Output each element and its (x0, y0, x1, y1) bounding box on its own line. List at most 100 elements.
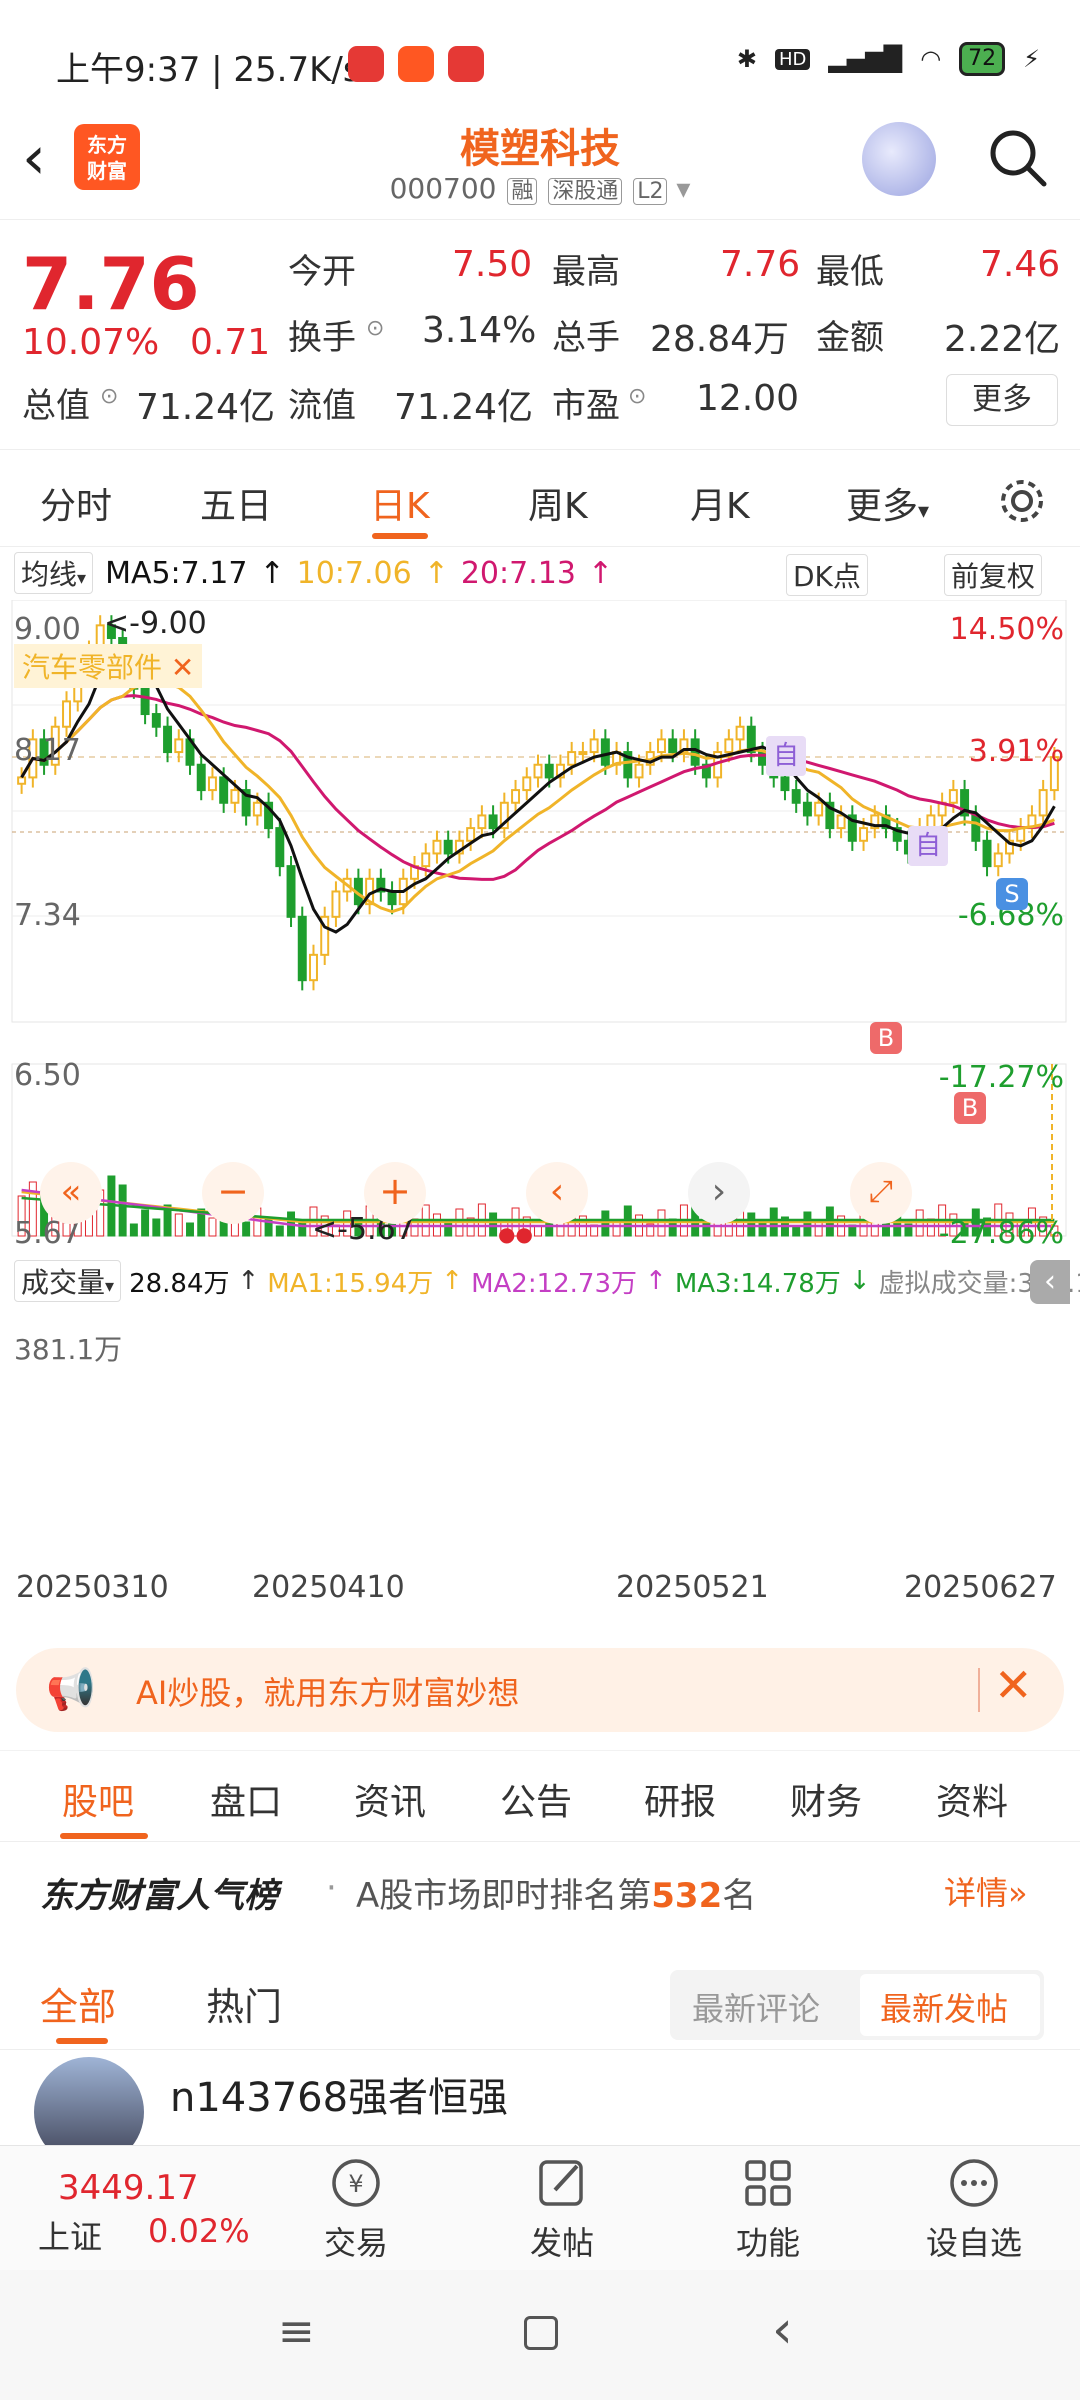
adjust-selector[interactable]: 前复权 (944, 554, 1043, 596)
tab-intraday[interactable]: 分时 (40, 477, 112, 529)
tab-research[interactable]: 研报 (644, 1773, 716, 1825)
volume-value: 28.84万 (129, 1268, 230, 1299)
field-label: 金额 (816, 318, 884, 358)
move-right-icon[interactable]: › (688, 1162, 750, 1224)
nav-functions[interactable]: 功能 (698, 2154, 838, 2264)
collapse-icon[interactable]: ‹ (1030, 1260, 1070, 1304)
nav-post[interactable]: 发帖 (492, 2154, 632, 2264)
menu-icon[interactable]: ≡ (278, 2306, 315, 2357)
up-arrow-icon: ↑ (645, 1266, 667, 1296)
index-value[interactable]: 3449.17 (58, 2168, 199, 2208)
caret-down-icon: ▾ (105, 1276, 115, 1297)
field-value: 28.84万 (650, 319, 790, 360)
status-time: 上午9:37 | 25.7K/s (56, 50, 361, 90)
tab-hot[interactable]: 热门 (206, 1976, 282, 2031)
post-item[interactable]: n143768强者恒强 (0, 2055, 1080, 2167)
post-username[interactable]: n143768强者恒强 (170, 2065, 508, 2123)
fullscreen-icon[interactable]: ⤢ (850, 1162, 912, 1224)
move-left-icon[interactable]: ‹ (526, 1162, 588, 1224)
candle-body (735, 725, 745, 741)
tab-more[interactable]: 更多▾ (846, 477, 929, 529)
pct-axis-label: -27.86% (938, 1216, 1064, 1251)
index-name: 上证 (38, 2218, 103, 2256)
tab-monthly-k[interactable]: 月K (690, 477, 750, 529)
tab-more-label: 更多 (846, 486, 919, 527)
rank-text: A股市场即时排名第532名 (356, 1868, 756, 1917)
tab-financials[interactable]: 财务 (790, 1773, 862, 1825)
home-icon[interactable] (524, 2316, 558, 2350)
battery-icon: 72 (959, 42, 1006, 76)
gear-icon[interactable] (996, 475, 1048, 527)
back-nav-icon[interactable]: ‹ (772, 2300, 793, 2360)
kline-svg (11, 600, 1067, 1237)
tab-daily-k[interactable]: 日K (370, 477, 430, 529)
tab-profile[interactable]: 资料 (936, 1773, 1008, 1825)
close-icon[interactable]: ✕ (171, 651, 194, 684)
app-notification-icon (348, 46, 384, 82)
self-select-marker[interactable]: 自 (766, 736, 806, 776)
tab-news[interactable]: 资讯 (354, 1773, 426, 1825)
tab-announcements[interactable]: 公告 (500, 1773, 572, 1825)
ma10-line (20, 679, 1055, 914)
tab-five-day[interactable]: 五日 (200, 477, 272, 529)
nav-add-watchlist[interactable]: 设自选 (904, 2154, 1044, 2264)
content-tabs: 股吧 盘口 资讯 公告 研报 财务 资料 (0, 1750, 1080, 1842)
tab-weekly-k[interactable]: 周K (528, 477, 588, 529)
candle-body (163, 725, 173, 754)
info-icon[interactable]: ⊙ (366, 316, 384, 341)
stock-header: ‹ 东方 财富 模塑科技 000700 融 深股通 L2 ▾ (0, 110, 1080, 220)
self-select-marker[interactable]: 自 (908, 826, 948, 866)
candle-body (993, 852, 1003, 868)
dk-point-selector[interactable]: DK点 (786, 554, 868, 596)
candle-body (432, 839, 442, 855)
buy-marker[interactable]: B (954, 1092, 986, 1124)
period-tabs: 分时 五日 日K 周K 月K 更多▾ (0, 455, 1080, 547)
candle-body (17, 776, 27, 785)
zoom-in-icon[interactable]: + (364, 1162, 426, 1224)
candle-body (657, 738, 666, 754)
tab-forum[interactable]: 股吧 (62, 1773, 134, 1825)
buy-marker[interactable]: B (870, 1022, 902, 1054)
tab-all[interactable]: 全部 (40, 1976, 116, 2031)
candle-body (331, 890, 341, 918)
sort-toggle: 最新评论 最新发帖 (670, 1970, 1044, 2040)
kline-chart-area[interactable]: 均线▾ MA5:7.17 ↑ 10:7.06 ↑ 20:7.13 ↑ DK点 前复权 … (0, 548, 1080, 1640)
nav-post-label: 发帖 (529, 2224, 594, 2262)
sort-latest-comment[interactable]: 最新评论 (692, 1984, 820, 2030)
candle-body (466, 827, 476, 842)
close-icon[interactable]: ✕ (994, 1658, 1033, 1712)
x-axis-date: 20250410 (252, 1570, 405, 1605)
volume-selector[interactable]: 成交量▾ (14, 1260, 122, 1302)
status-right: ✱ HD ▂▄▆█ ◠ 72 ⚡ (737, 42, 1040, 76)
tab-orderbook[interactable]: 盘口 (210, 1773, 282, 1825)
sell-marker[interactable]: S (996, 878, 1028, 910)
assistant-avatar-icon[interactable] (862, 122, 936, 196)
ai-banner[interactable]: 📢 AI炒股，就用东方财富妙想 ✕ (16, 1648, 1064, 1732)
caret-down-icon: ▾ (918, 499, 930, 524)
info-icon[interactable]: ⊙ (628, 384, 646, 409)
dot-separator: · (326, 1868, 337, 1908)
sector-tag[interactable]: 汽车零部件 ✕ (14, 644, 203, 688)
candle-body (780, 776, 790, 792)
candle-body (600, 738, 610, 766)
ma-selector[interactable]: 均线▾ (14, 552, 94, 594)
candle-body (275, 827, 285, 868)
sort-latest-post[interactable]: 最新发帖 (880, 1984, 1008, 2030)
up-arrow-icon: ↑ (441, 1266, 464, 1296)
info-icon[interactable]: ⊙ (100, 384, 118, 409)
rank-detail-link[interactable]: 详情» (944, 1868, 1028, 1914)
svg-text:¥: ¥ (348, 2170, 363, 2198)
volume-bar (803, 1211, 812, 1237)
notification-icons (348, 46, 484, 82)
rewind-icon[interactable]: « (40, 1162, 102, 1224)
search-icon[interactable] (986, 126, 1048, 188)
field-value: 3.14% (422, 310, 537, 351)
zoom-out-icon[interactable]: − (202, 1162, 264, 1224)
signal-icon: ▂▄▆█ (828, 45, 903, 73)
popularity-rank-row[interactable]: 东方财富人气榜 · A股市场即时排名第532名 详情» (0, 1850, 1080, 1930)
field-value: 7.50 (452, 244, 533, 285)
nav-trade[interactable]: ¥ 交易 (286, 2154, 426, 2264)
megaphone-icon: 📢 (46, 1667, 96, 1713)
candle-body (297, 915, 307, 982)
more-button[interactable]: 更多 (946, 374, 1058, 426)
